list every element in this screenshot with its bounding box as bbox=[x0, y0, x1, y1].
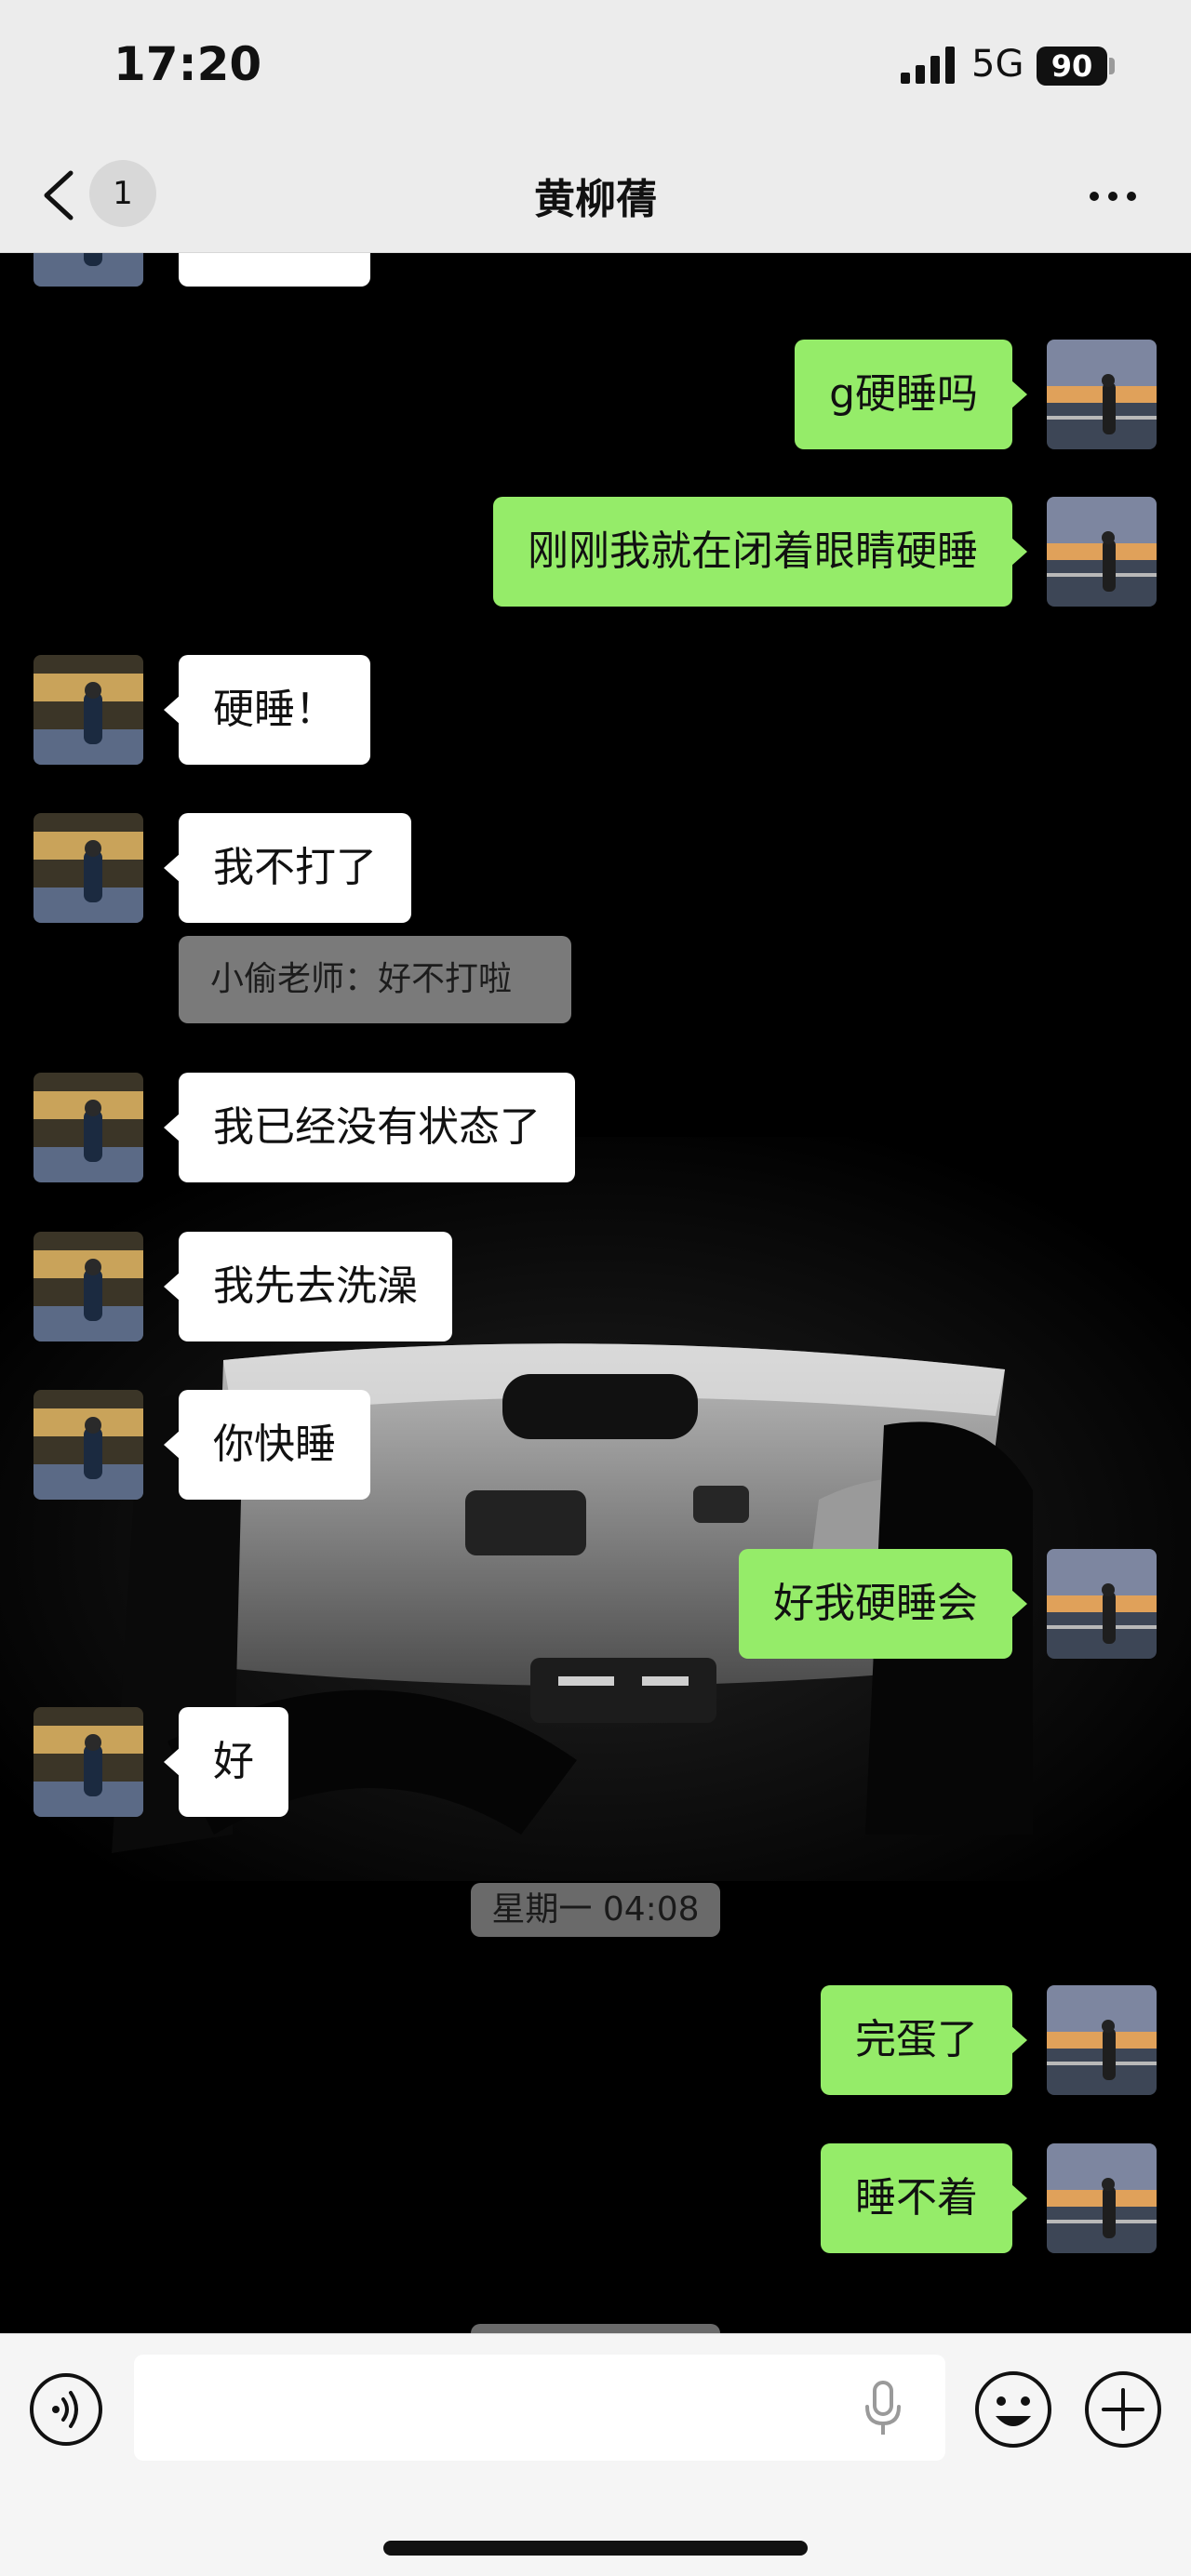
contact-avatar[interactable] bbox=[33, 1232, 143, 1341]
signal-icon bbox=[901, 47, 955, 84]
battery-tip bbox=[1109, 58, 1115, 74]
message-bubble-outgoing[interactable]: 好我硬睡会 bbox=[739, 1549, 1027, 1659]
status-time: 17:20 bbox=[114, 37, 262, 91]
message-bubble-outgoing[interactable]: g硬睡吗 bbox=[795, 340, 1027, 449]
message-timestamp-partial bbox=[471, 2324, 720, 2333]
message-bubble-incoming[interactable]: 你快睡 bbox=[164, 1390, 370, 1500]
home-indicator bbox=[383, 2541, 808, 2556]
status-bar: 17:20 5G 90 bbox=[0, 0, 1191, 140]
message-bubble-incoming[interactable]: 我先去洗澡 bbox=[164, 1232, 452, 1341]
contact-avatar[interactable] bbox=[33, 655, 143, 765]
message-bubble-outgoing[interactable]: 刚刚我就在闭着眼睛硬睡 bbox=[493, 497, 1027, 607]
contact-avatar[interactable] bbox=[33, 1707, 143, 1817]
network-type: 5G bbox=[971, 43, 1024, 86]
message-bubble-incoming[interactable]: 我已经没有状态了 bbox=[164, 1073, 575, 1182]
my-avatar[interactable] bbox=[1047, 497, 1157, 607]
contact-avatar[interactable] bbox=[33, 813, 143, 923]
my-avatar[interactable] bbox=[1047, 2143, 1157, 2253]
input-bar bbox=[0, 2333, 1191, 2576]
microphone-icon[interactable] bbox=[862, 2381, 904, 2436]
message-bubble-incoming[interactable]: 硬睡！ bbox=[164, 655, 370, 765]
message-bubble-incoming[interactable]: 我不打了 bbox=[164, 813, 411, 923]
plus-icon[interactable] bbox=[1083, 2369, 1163, 2449]
message-bubble-incoming[interactable]: 好 bbox=[164, 1707, 288, 1817]
emoji-icon[interactable] bbox=[973, 2369, 1053, 2449]
chat-title: 黄柳蒨 bbox=[534, 176, 657, 223]
message-bubble-incoming[interactable]: 硬睡！ bbox=[179, 253, 370, 287]
nav-bar: 1 黄柳蒨 bbox=[0, 140, 1191, 253]
my-avatar[interactable] bbox=[1047, 340, 1157, 449]
message-input[interactable] bbox=[134, 2355, 945, 2461]
battery-icon: 90 bbox=[1037, 47, 1107, 86]
voice-icon[interactable] bbox=[28, 2371, 104, 2448]
contact-avatar[interactable] bbox=[33, 1073, 143, 1182]
recall-notice: 小偷老师：好不打啦 bbox=[179, 936, 571, 1023]
message-bubble-outgoing[interactable]: 完蛋了 bbox=[821, 1985, 1027, 2095]
message-bubble-outgoing[interactable]: 睡不着 bbox=[821, 2143, 1027, 2253]
message-timestamp: 星期一 04:08 bbox=[471, 1883, 720, 1937]
my-avatar[interactable] bbox=[1047, 1549, 1157, 1659]
more-icon[interactable] bbox=[1085, 173, 1141, 220]
my-avatar[interactable] bbox=[1047, 1985, 1157, 2095]
contact-avatar[interactable] bbox=[33, 253, 143, 287]
contact-avatar[interactable] bbox=[33, 1390, 143, 1500]
chat-area[interactable]: 硬睡！ g硬睡吗 刚刚我就在闭着眼睛硬睡 硬睡！ 我不打了 小偷老师：好不打啦 … bbox=[0, 253, 1191, 2333]
battery-level: 90 bbox=[1050, 48, 1093, 84]
